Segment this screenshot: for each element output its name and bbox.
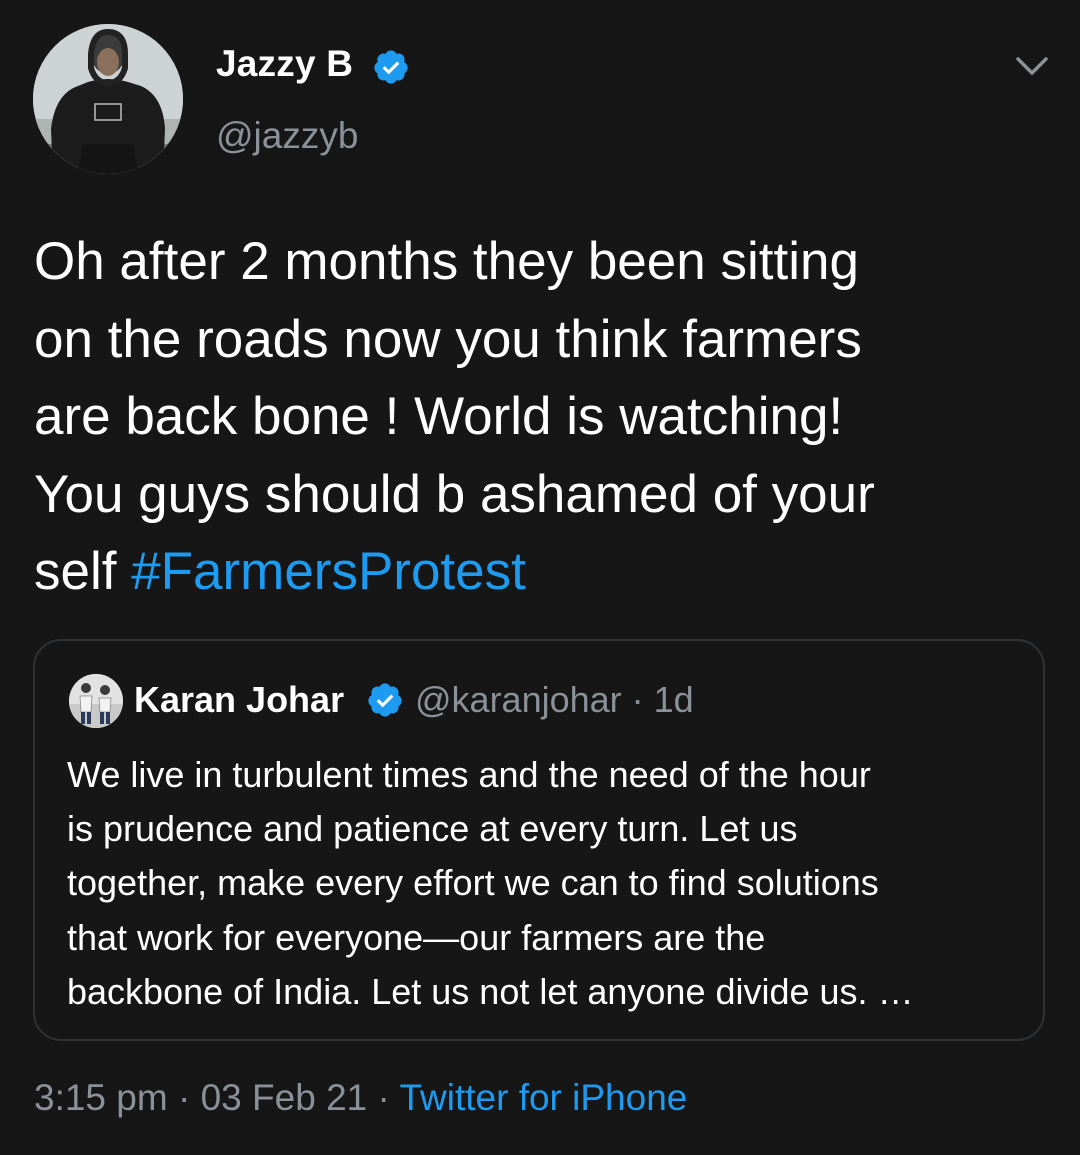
quoted-author-avatar[interactable] bbox=[69, 674, 123, 728]
tweet-text-line: You guys should b ashamed of your bbox=[34, 464, 875, 524]
quoted-timestamp[interactable]: 1d bbox=[654, 679, 694, 720]
quoted-text-line: that work for everyone—our farmers are t… bbox=[67, 916, 766, 958]
author-handle[interactable]: @jazzyb bbox=[216, 115, 358, 157]
tweet-text-line: Oh after 2 months they been sitting bbox=[34, 232, 859, 291]
tweet-card: Jazzy B @jazzyb Oh after 2 months they b… bbox=[0, 0, 1080, 1155]
author-name[interactable]: Jazzy B bbox=[216, 43, 353, 85]
tweet-text-line: on the roads now you think farmers bbox=[34, 309, 862, 369]
tweet-source-link[interactable]: Twitter for iPhone bbox=[399, 1077, 687, 1118]
quoted-tweet-text: We live in turbulent times and the need … bbox=[67, 748, 1027, 1019]
quoted-text-line: together, make every effort we can to fi… bbox=[67, 862, 879, 904]
author-avatar[interactable] bbox=[33, 24, 183, 174]
tweet-text: Oh after 2 months they been sitting on t… bbox=[34, 223, 1044, 611]
quoted-author-name[interactable]: Karan Johar bbox=[134, 679, 344, 721]
chevron-down-icon[interactable] bbox=[1014, 51, 1050, 81]
quoted-tweet[interactable]: Karan Johar @karanjohar · 1d We live in … bbox=[33, 639, 1045, 1041]
tweet-text-line: are back bone ! World is watching! bbox=[34, 387, 844, 446]
quoted-meta: @karanjohar · 1d bbox=[415, 679, 694, 721]
verified-badge-icon bbox=[368, 683, 402, 717]
hashtag-link[interactable]: #FarmersProtest bbox=[131, 542, 526, 601]
quoted-author-handle[interactable]: @karanjohar bbox=[415, 679, 622, 720]
quoted-text-line: We live in turbulent times and the need … bbox=[67, 754, 871, 795]
footer-separator: · bbox=[367, 1077, 400, 1118]
quoted-text-line: is prudence and patience at every turn. … bbox=[67, 808, 798, 850]
footer-separator: · bbox=[167, 1077, 201, 1118]
tweet-text-fragment: self bbox=[34, 542, 132, 601]
tweet-time[interactable]: 3:15 pm bbox=[34, 1077, 168, 1118]
tweet-text-line: self #FarmersProtest bbox=[34, 533, 1044, 611]
verified-badge-icon bbox=[374, 50, 408, 84]
meta-separator: · bbox=[621, 679, 654, 720]
tweet-date[interactable]: 03 Feb 21 bbox=[201, 1077, 368, 1118]
tweet-footer: 3:15 pm · 03 Feb 21 · Twitter for iPhone bbox=[34, 1077, 687, 1119]
quoted-text-line: backbone of India. Let us not let anyone… bbox=[67, 970, 914, 1012]
